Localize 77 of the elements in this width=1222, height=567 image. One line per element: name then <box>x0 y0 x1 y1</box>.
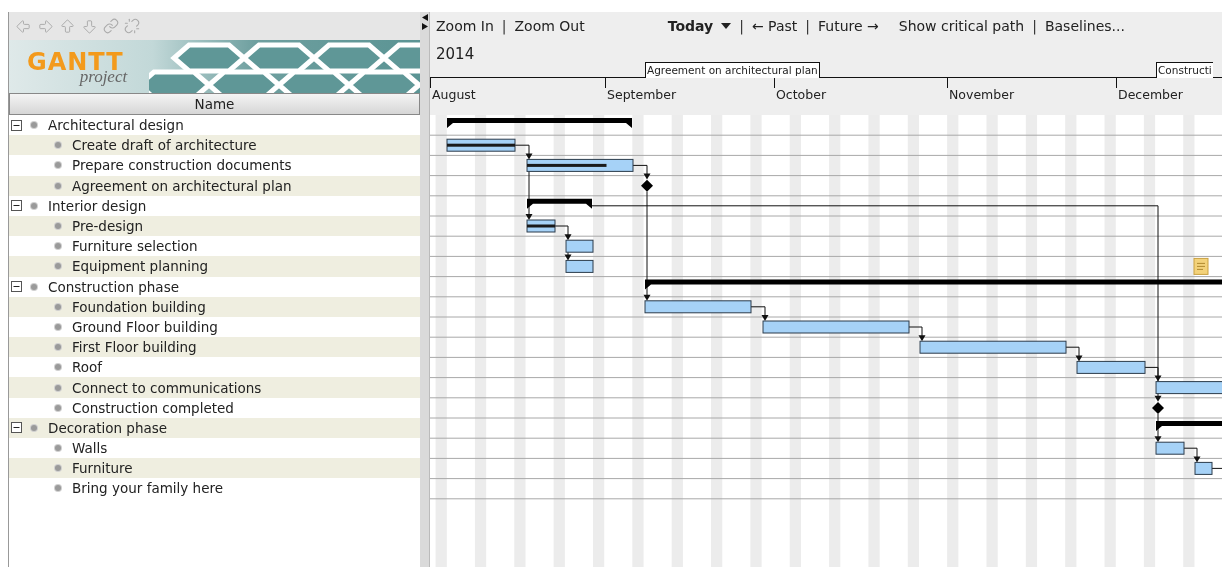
toolbar-link[interactable]: Zoom In <box>436 18 494 34</box>
column-header[interactable]: Name <box>9 93 420 115</box>
task-name[interactable]: Furniture <box>72 460 133 477</box>
today-dropdown[interactable]: Today <box>667 18 732 34</box>
note-icon[interactable] <box>1193 257 1209 275</box>
toolbar-separator: | <box>1032 18 1037 34</box>
month-label: September <box>607 87 677 102</box>
milestone-flag: Agreement on architectural plan <box>645 62 820 78</box>
collapse-icon[interactable] <box>11 200 22 212</box>
task-name[interactable]: Walls <box>72 440 108 457</box>
year-label: 2014 <box>436 45 475 63</box>
bullet-icon <box>55 404 61 411</box>
task-name[interactable]: Furniture selection <box>72 238 198 255</box>
splitter-arrows-icon[interactable] <box>421 14 428 30</box>
task-bar[interactable] <box>565 259 594 273</box>
task-name[interactable]: Pre-design <box>72 218 144 235</box>
toolbar-separator: | <box>805 18 810 34</box>
task-bar[interactable] <box>446 138 516 152</box>
task-bar[interactable] <box>1076 360 1146 374</box>
task-name[interactable]: Construction phase <box>48 278 179 295</box>
month-label: December <box>1118 87 1183 102</box>
bullet-icon <box>55 142 61 149</box>
dependency-arrow <box>525 170 533 220</box>
bullet-icon <box>55 303 61 310</box>
bullet-icon <box>31 202 37 209</box>
toolbar-link[interactable]: Future → <box>818 18 879 34</box>
bullet-icon <box>55 445 61 452</box>
task-bar[interactable] <box>526 158 634 172</box>
bullet-icon <box>55 162 61 169</box>
task-bar[interactable] <box>1155 381 1222 395</box>
dependency-line <box>1211 467 1222 469</box>
bullet-icon <box>55 485 61 492</box>
milestone-diamond[interactable] <box>1152 401 1164 414</box>
summary-bar <box>1156 421 1222 431</box>
toolbar-separator: | <box>739 18 744 34</box>
dependency-arrow <box>1183 447 1201 463</box>
dependency-arrow <box>564 251 572 261</box>
dependency-arrow <box>554 225 572 241</box>
milestone-flag: Constructi <box>1156 62 1213 78</box>
collapse-icon[interactable] <box>11 119 22 131</box>
dependency-arrow <box>1154 413 1162 443</box>
task-bar[interactable] <box>526 219 556 233</box>
bullet-icon <box>31 283 37 290</box>
milestone-diamond[interactable] <box>641 179 653 192</box>
collapse-icon[interactable] <box>11 281 22 293</box>
task-name[interactable]: Bring your family here <box>72 480 223 497</box>
task-name[interactable]: Construction completed <box>72 399 234 416</box>
month-label: October <box>776 87 827 102</box>
month-label: August <box>432 87 476 102</box>
toolbar-link[interactable]: Baselines... <box>1044 18 1125 34</box>
dependency-arrow <box>514 144 533 160</box>
bullet-icon <box>55 364 61 371</box>
bullet-icon <box>31 424 37 431</box>
bullet-icon <box>55 243 61 250</box>
caret-icon <box>721 23 732 29</box>
toolbar-link[interactable]: Show critical path <box>898 18 1025 34</box>
task-name[interactable]: Interior design <box>48 197 147 214</box>
summary-bar <box>527 198 592 209</box>
task-name[interactable]: Prepare construction documents <box>72 157 292 174</box>
task-name[interactable]: Architectural design <box>48 117 184 134</box>
toolbar-separator: | <box>501 18 507 34</box>
toolbar-link[interactable]: ← Past <box>751 18 798 34</box>
bullet-icon <box>55 465 61 472</box>
task-name[interactable]: Roof <box>72 359 103 376</box>
toolbar-link[interactable]: Zoom Out <box>514 18 585 34</box>
collapse-icon[interactable] <box>11 422 22 434</box>
bullet-icon <box>55 223 61 230</box>
dependency-arrow <box>632 164 651 180</box>
month-label: November <box>949 87 1015 102</box>
task-name[interactable]: Ground Floor building <box>72 318 218 335</box>
bullet-icon <box>55 323 61 330</box>
bullet-icon <box>31 122 37 129</box>
bullet-icon <box>55 263 61 270</box>
task-bar[interactable] <box>1194 461 1213 475</box>
bullet-icon <box>55 182 61 189</box>
bullet-icon <box>55 384 61 391</box>
bullet-icon <box>55 344 61 351</box>
